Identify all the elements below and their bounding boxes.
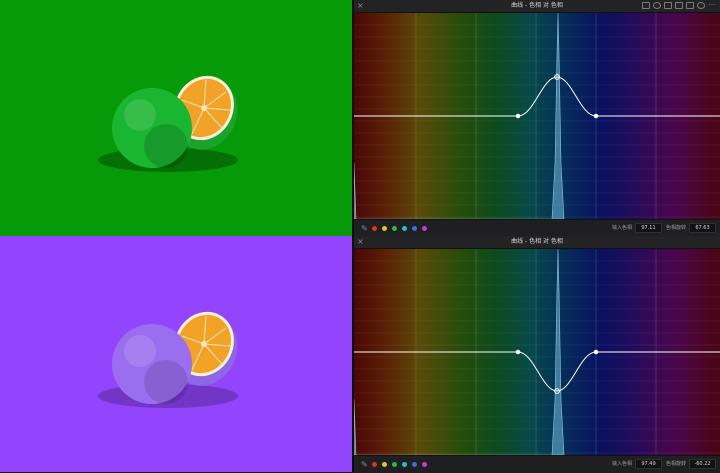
- curve-control-point[interactable]: [593, 349, 599, 355]
- panel-titlebar: × 曲线 - 色相 对 色相 ···: [354, 0, 720, 13]
- swatch-red[interactable]: [372, 462, 377, 467]
- eyedropper-icon[interactable]: ✎: [361, 224, 368, 233]
- swatch-magenta[interactable]: [422, 226, 427, 231]
- swatch-magenta[interactable]: [422, 462, 427, 467]
- curve-graph-top[interactable]: [354, 13, 720, 219]
- orange-whole: [112, 324, 192, 404]
- curve-bottombar: ✎ 输入色相 97.49 色相旋转 -60.22: [354, 455, 720, 473]
- viewer-icon[interactable]: [642, 2, 650, 9]
- input-hue-field[interactable]: 97.11: [635, 223, 662, 233]
- hue-rotate-label: 色相旋转: [666, 225, 687, 231]
- viewer-image-bottom: [0, 236, 352, 472]
- curve-control-point[interactable]: [515, 349, 521, 355]
- comparison-row-bottom: × 曲线 - 色相 对 色相 ✎ 输入色相 97.49 色相旋转 -60.22: [0, 236, 720, 473]
- curve-control-point[interactable]: [515, 113, 521, 119]
- swatch-blue[interactable]: [412, 462, 417, 467]
- comparison-row-top: × 曲线 - 色相 对 色相 ··· ✎ 输入色相 97.11 色相旋转 67.…: [0, 0, 720, 237]
- hue-rotate-field[interactable]: -60.22: [689, 459, 716, 469]
- grid-icon[interactable]: [686, 2, 694, 9]
- viewer-image-top: [0, 0, 352, 236]
- swatch-red[interactable]: [372, 226, 377, 231]
- hue-vs-hue-curve-panel-bottom: × 曲线 - 色相 对 色相 ✎ 输入色相 97.49 色相旋转 -60.22: [354, 236, 720, 473]
- hue-vs-hue-curve-panel-top: × 曲线 - 色相 对 色相 ··· ✎ 输入色相 97.11 色相旋转 67.…: [354, 0, 720, 237]
- mode-icon[interactable]: [675, 2, 683, 9]
- swatch-green[interactable]: [392, 462, 397, 467]
- eyedropper-icon[interactable]: ✎: [361, 460, 368, 469]
- more-icon[interactable]: ···: [708, 2, 716, 9]
- swatch-yellow[interactable]: [382, 226, 387, 231]
- panel-title: 曲线 - 色相 对 色相: [511, 238, 563, 245]
- curve-control-point[interactable]: [593, 113, 599, 119]
- input-hue-label: 输入色相: [612, 225, 633, 231]
- curve-bottombar: ✎ 输入色相 97.11 色相旋转 67.63: [354, 219, 720, 237]
- swatch-cyan[interactable]: [402, 226, 407, 231]
- curve-graph-bottom[interactable]: [354, 249, 720, 455]
- hue-rotate-label: 色相旋转: [666, 461, 687, 467]
- reset-icon[interactable]: [697, 2, 705, 9]
- swatch-cyan[interactable]: [402, 462, 407, 467]
- input-hue-label: 输入色相: [612, 461, 633, 467]
- shape-icon[interactable]: [653, 2, 661, 9]
- swatch-blue[interactable]: [412, 226, 417, 231]
- orange-whole: [112, 88, 192, 168]
- hue-rotate-field[interactable]: 67.63: [689, 223, 716, 233]
- input-hue-field[interactable]: 97.49: [635, 459, 662, 469]
- qualifier-icon[interactable]: [664, 2, 672, 9]
- swatch-green[interactable]: [392, 226, 397, 231]
- swatch-yellow[interactable]: [382, 462, 387, 467]
- panel-titlebar: × 曲线 - 色相 对 色相: [354, 236, 720, 249]
